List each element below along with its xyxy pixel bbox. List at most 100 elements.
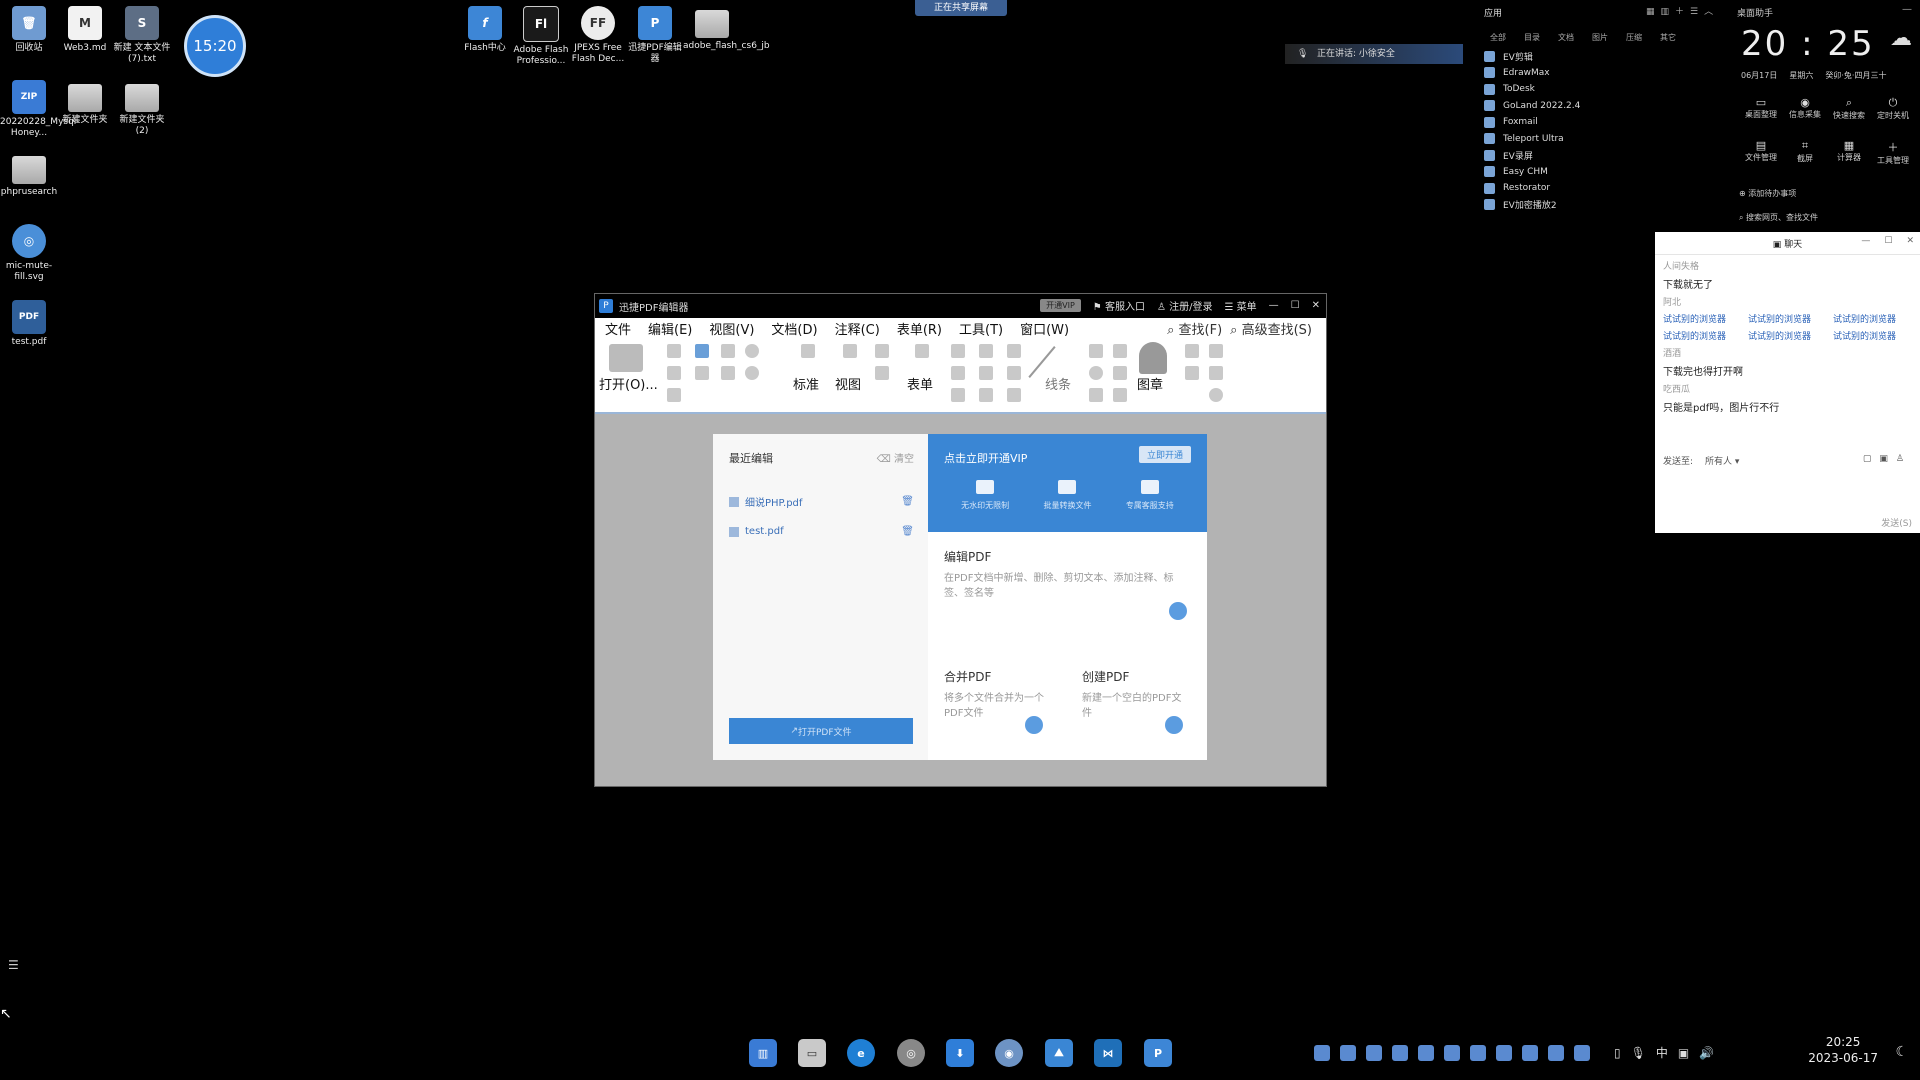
widget-minimize-icon[interactable]: — — [1902, 4, 1912, 15]
desktop-icon-zip[interactable]: ZIP 20220228_Mysql-Honey... — [0, 80, 80, 139]
desktop-icon-web3-md[interactable]: M Web3.md — [56, 6, 114, 54]
ruler-icon[interactable] — [1209, 344, 1223, 358]
tray-monitor-icon[interactable] — [1574, 1044, 1590, 1061]
desktop-icon-adobe-flash[interactable]: Fl Adobe Flash Professio... — [512, 6, 570, 67]
menu-view[interactable]: 视图(V) — [709, 319, 754, 338]
sound-icon[interactable] — [1007, 388, 1021, 402]
form-icon[interactable] — [915, 344, 929, 358]
app-item[interactable]: GoLand 2022.2.4 — [1484, 98, 1580, 115]
search-hint[interactable]: ⌕ 搜索网页、查找文件 — [1739, 212, 1818, 223]
send-button[interactable]: 发送(S) — [1881, 516, 1912, 529]
taskbar-clock[interactable]: 20:25 2023-06-17 — [1808, 1034, 1878, 1066]
page-icon[interactable] — [667, 388, 681, 402]
typewriter-icon[interactable] — [979, 366, 993, 380]
measure-icon[interactable] — [1185, 344, 1199, 358]
desktop-icon-flash-center[interactable]: f Flash中心 — [456, 6, 514, 54]
menu-document[interactable]: 文档(D) — [771, 319, 817, 338]
text-icon[interactable] — [979, 388, 993, 402]
tray-camera-icon[interactable] — [1392, 1044, 1408, 1061]
tray-display-icon[interactable] — [1548, 1044, 1564, 1061]
quick-action-calculator[interactable]: ▦ 计算器 — [1827, 139, 1871, 166]
forward-icon[interactable] — [745, 366, 759, 380]
screen-share-banner[interactable]: 正在共享屏幕 — [915, 0, 1007, 16]
tray-network-tool-icon[interactable] — [1444, 1044, 1460, 1061]
app-item[interactable]: Teleport Ultra — [1484, 131, 1580, 148]
open-button[interactable]: 打开(O)... — [599, 374, 658, 393]
advanced-find-button[interactable]: ⌕ 高级查找(S) — [1230, 319, 1312, 338]
view-button[interactable]: 视图 — [835, 374, 861, 393]
chat-tool-icons[interactable]: ▢▣♙ — [1863, 454, 1912, 467]
ime-indicator[interactable]: 中 — [1656, 1044, 1668, 1061]
ellipse-icon[interactable] — [1089, 366, 1103, 380]
microphone-icon[interactable]: 🎙 — [1631, 1046, 1646, 1060]
view-icon[interactable] — [843, 344, 857, 358]
quick-action-screenshot[interactable]: ⌗ 截屏 — [1783, 139, 1827, 166]
menu-window[interactable]: 窗口(W) — [1020, 319, 1069, 338]
stamp-button[interactable]: 图章 — [1137, 374, 1163, 393]
stamp-icon[interactable] — [1139, 342, 1167, 374]
tray-pdf-icon[interactable] — [1314, 1044, 1330, 1061]
hexagon-icon[interactable] — [1113, 388, 1127, 402]
create-pdf-card[interactable]: 创建PDF 新建一个空白的PDF文件 — [1082, 668, 1190, 721]
resize-icon[interactable] — [951, 388, 965, 402]
desktop-icon-test-pdf[interactable]: PDF test.pdf — [0, 300, 58, 348]
taskbar-app-edge[interactable]: e — [847, 1039, 875, 1067]
new-doc-icon[interactable] — [695, 366, 709, 380]
delete-icon[interactable]: 🗑 — [901, 496, 914, 507]
find-button[interactable]: ⌕ 查找(F) — [1167, 319, 1222, 338]
list-icon[interactable]: ☰ — [8, 958, 19, 972]
app-item[interactable]: EV加密播放2 — [1484, 197, 1580, 214]
desktop-icon-pdf-editor[interactable]: P 迅捷PDF编辑器 — [626, 6, 684, 65]
app-item[interactable]: EdrawMax — [1484, 65, 1580, 82]
merge-pdf-card[interactable]: 合并PDF 将多个文件合并为一个PDF文件 — [944, 668, 1052, 721]
main-menu-button[interactable]: ☰ 菜单 — [1224, 298, 1256, 313]
desktop-icon-mic-svg[interactable]: ◎ mic-mute-fill.svg — [0, 224, 58, 283]
comment-icon[interactable] — [1007, 344, 1021, 358]
polygon-icon[interactable] — [1113, 344, 1127, 358]
quick-action-desktop-organize[interactable]: ▭ 桌面整理 — [1739, 96, 1783, 121]
delete-icon[interactable]: 🗑 — [901, 526, 914, 537]
desktop-icon-new-folder[interactable]: 新建文件夹 — [56, 80, 114, 126]
save-icon[interactable] — [667, 344, 681, 358]
taskbar-app-paint[interactable]: ⛰ — [1045, 1039, 1073, 1067]
quick-action-file-manager[interactable]: ▤ 文件管理 — [1739, 139, 1783, 166]
taskbar-app-vscode[interactable]: ⋈ — [1094, 1039, 1122, 1067]
vip-button[interactable]: 开通VIP — [1040, 299, 1081, 312]
undo-icon[interactable] — [721, 344, 735, 358]
customer-service-button[interactable]: ⚑ 客服入口 — [1093, 298, 1145, 313]
frame-icon[interactable] — [951, 366, 965, 380]
minimize-icon[interactable]: — — [1861, 236, 1870, 246]
maximize-icon[interactable]: ☐ — [1884, 236, 1892, 246]
taskbar-app-explorer[interactable]: ▭ — [798, 1039, 826, 1067]
notification-moon-icon[interactable]: ☾ — [1895, 1044, 1908, 1060]
tray-flash-icon[interactable] — [1366, 1044, 1382, 1061]
back-icon[interactable] — [745, 344, 759, 358]
select-icon[interactable] — [875, 344, 889, 358]
quick-action-tools[interactable]: ＋ 工具管理 — [1871, 139, 1915, 166]
area-icon[interactable] — [1209, 388, 1223, 402]
desktop-icon-recycle-bin[interactable]: 🗑 回收站 — [0, 6, 58, 54]
crop-icon[interactable] — [951, 344, 965, 358]
tray-app-icon[interactable] — [1522, 1044, 1538, 1061]
timer-widget[interactable]: 15:20 — [184, 15, 246, 77]
pencil-icon[interactable] — [1089, 344, 1103, 358]
taskbar-app-download[interactable]: ⬇ — [946, 1039, 974, 1067]
app-item[interactable]: Restorator — [1484, 180, 1580, 197]
menu-form[interactable]: 表单(R) — [897, 319, 942, 338]
taskbar-app-chrome[interactable]: ◎ — [897, 1039, 925, 1067]
text-box-icon[interactable] — [979, 344, 993, 358]
hand-tool-icon[interactable] — [801, 344, 815, 358]
app-panel-controls[interactable]: ▦▥＋☰︿ — [1646, 4, 1719, 17]
tray-download-icon[interactable] — [1470, 1044, 1486, 1061]
taskbar-app-files[interactable]: ▥ — [749, 1039, 777, 1067]
taskbar-app-pdf-editor[interactable]: P — [1144, 1039, 1172, 1067]
menu-edit[interactable]: 编辑(E) — [648, 319, 692, 338]
cloud-weather-icon[interactable]: ☁ — [1890, 26, 1912, 51]
desktop-icon-new-folder-2[interactable]: 新建文件夹 (2) — [113, 80, 171, 137]
quick-action-search[interactable]: ⌕ 快速搜索 — [1827, 96, 1871, 121]
desktop-icon-jpexs[interactable]: FF JPEXS Free Flash Dec... — [569, 6, 627, 65]
cloud-shape-icon[interactable] — [1113, 366, 1127, 380]
attachment-icon[interactable] — [1007, 366, 1021, 380]
app-category[interactable]: 压缩 — [1626, 32, 1642, 43]
desktop-icon-adobe-flash-folder[interactable]: adobe_flash_cs6_jb — [683, 6, 770, 52]
